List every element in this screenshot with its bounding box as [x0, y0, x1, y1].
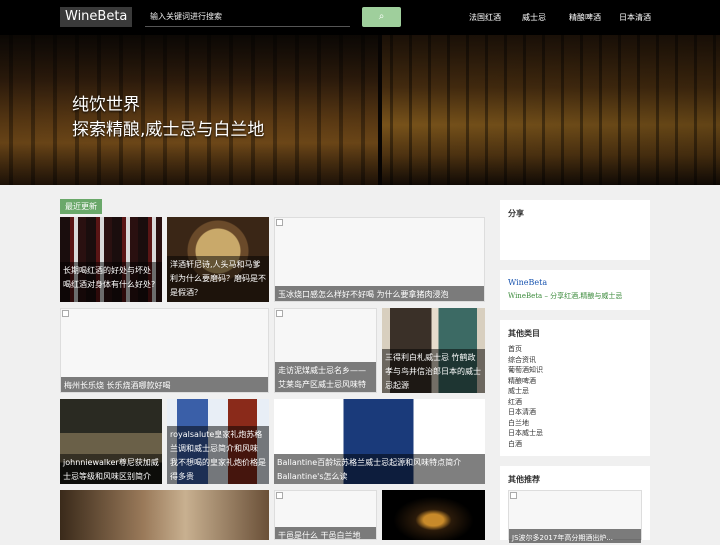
share-widget: 分享 [500, 200, 650, 260]
categories-widget: 其他类目 首页 综合资讯 葡萄酒知识 精酿啤酒 威士忌 红酒 日本清酒 白兰地 … [500, 320, 650, 456]
broken-image-icon [276, 219, 283, 226]
search-input[interactable]: 输入关键词进行搜索 [145, 8, 350, 27]
article-title: 玉冰烧口感怎么样好不好喝 为什么要拿猪肉浸泡 [275, 286, 484, 301]
category-link[interactable]: 日本威士忌 [500, 428, 650, 439]
article-thumbnail [382, 490, 485, 540]
article-card[interactable]: 干邑是什么 干邑白兰地 [274, 490, 377, 540]
article-thumbnail [60, 490, 269, 540]
hero-title-line2: 探索精酿,威士忌与白兰地 [72, 120, 265, 140]
recommend-caption: JS波尔多2017年高分期酒出炉... [509, 529, 641, 543]
article-title: 走访泥煤威士忌名乡——艾莱岛产区威士忌风味特点 [275, 362, 376, 392]
category-link[interactable]: 红酒 [500, 397, 650, 408]
article-title: 三得利白札威士忌 竹鹤政孝与鸟井信治郎日本的威士忌起源 [382, 349, 485, 393]
share-title: 分享 [508, 209, 524, 218]
category-link[interactable]: 白兰地 [500, 418, 650, 429]
recommend-widget: 其他推荐 JS波尔多2017年高分期酒出炉... [500, 466, 650, 543]
article-card[interactable]: 三得利白札威士忌 竹鹤政孝与鸟井信治郎日本的威士忌起源 [382, 308, 485, 393]
article-title: Ballantine百龄坛苏格兰威士忌起源和风味特点简介 Ballantine'… [274, 454, 485, 484]
article-card[interactable] [60, 490, 269, 540]
category-link[interactable]: 葡萄酒知识 [500, 365, 650, 376]
broken-image-icon [510, 492, 517, 499]
recommend-title: 其他推荐 [508, 475, 540, 484]
category-link[interactable]: 精酿啤酒 [500, 376, 650, 387]
search-icon: ⌕ [378, 11, 385, 22]
article-card[interactable]: 玉冰烧口感怎么样好不好喝 为什么要拿猪肉浸泡 [274, 217, 485, 302]
article-card[interactable]: Ballantine百龄坛苏格兰威士忌起源和风味特点简介 Ballantine'… [274, 399, 485, 484]
site-logo[interactable]: WineBeta [60, 7, 133, 27]
article-title: 干邑是什么 干邑白兰地 [275, 527, 376, 539]
nav-sake[interactable]: 日本清酒 [619, 0, 651, 35]
article-title: 长期喝红酒的好处与坏处 喝红酒对身体有什么好处? [60, 262, 162, 302]
article-title: 梅州长乐烧 长乐烧酒哪款好喝 [61, 377, 268, 392]
article-title: 洋酒轩尼诗,人头马和马爹利为什么要磨码？磨码是不是假酒？ [167, 256, 269, 302]
site-name-link[interactable]: WineBeta [500, 270, 650, 287]
category-link[interactable]: 日本清酒 [500, 407, 650, 418]
category-link[interactable]: 白酒 [500, 439, 650, 450]
article-title: johnniewalker尊尼获加威士忌等级和风味区别简介 [60, 454, 162, 484]
section-tag-recent: 最近更新 [60, 199, 102, 214]
top-navbar: WineBeta 输入关键词进行搜索 ⌕ 法国红酒 威士忌 精酿啤酒 日本清酒 [0, 0, 720, 35]
article-card[interactable]: johnniewalker尊尼获加威士忌等级和风味区别简介 [60, 399, 162, 484]
hero-banner: 纯饮世界 探索精酿,威士忌与白兰地 [0, 35, 720, 185]
hero-title-line1: 纯饮世界 [72, 95, 140, 115]
nav-craft-beer[interactable]: 精酿啤酒 [569, 0, 601, 35]
category-link[interactable]: 首页 [500, 344, 650, 355]
article-card[interactable]: 长期喝红酒的好处与坏处 喝红酒对身体有什么好处? [60, 217, 162, 302]
broken-image-icon [276, 310, 283, 317]
nav-french-wine[interactable]: 法国红酒 [469, 0, 501, 35]
nav-whisky[interactable]: 威士忌 [522, 0, 546, 35]
recommend-card[interactable]: JS波尔多2017年高分期酒出炉... [508, 490, 642, 543]
article-card[interactable]: 梅州长乐烧 长乐烧酒哪款好喝 [60, 308, 269, 393]
article-card[interactable]: 走访泥煤威士忌名乡——艾莱岛产区威士忌风味特点 [274, 308, 377, 393]
broken-image-icon [62, 310, 69, 317]
article-card[interactable]: royalsalute皇家礼炮苏格兰调和威士忌简介和风味 我不想喝的皇家礼炮价格… [167, 399, 269, 484]
site-description: WineBeta – 分享红酒,精酿与威士忌 [508, 292, 623, 300]
article-title: royalsalute皇家礼炮苏格兰调和威士忌简介和风味 我不想喝的皇家礼炮价格… [167, 426, 269, 484]
search-button[interactable]: ⌕ [362, 7, 401, 27]
article-card[interactable] [382, 490, 485, 540]
site-info-widget: WineBeta WineBeta – 分享红酒,精酿与威士忌 [500, 270, 650, 310]
category-link[interactable]: 威士忌 [500, 386, 650, 397]
broken-image-icon [276, 492, 283, 499]
category-link[interactable]: 综合资讯 [500, 355, 650, 366]
categories-title: 其他类目 [508, 329, 540, 338]
article-card[interactable]: 洋酒轩尼诗,人头马和马爹利为什么要磨码？磨码是不是假酒？ [167, 217, 269, 302]
